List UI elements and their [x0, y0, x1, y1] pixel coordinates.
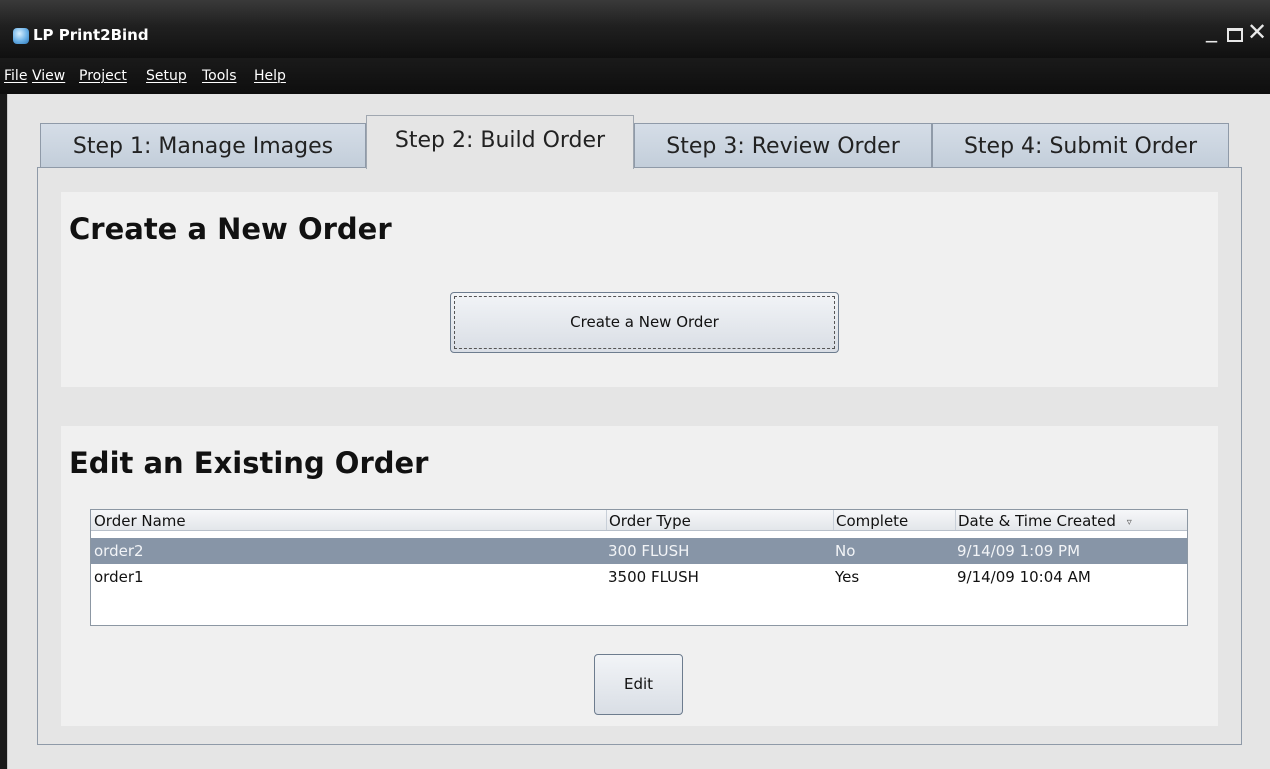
column-header-order-type[interactable]: Order Type — [606, 510, 691, 530]
cell-order-type: 3500 FLUSH — [608, 568, 699, 586]
cell-order-name: order2 — [94, 542, 144, 560]
cell-complete: No — [835, 542, 856, 560]
menu-bar: File View Project Setup Tools Help — [0, 58, 1270, 94]
app-icon — [13, 28, 29, 44]
cell-order-type: 300 FLUSH — [608, 542, 690, 560]
edit-order-heading: Edit an Existing Order — [69, 446, 429, 480]
column-header-order-name[interactable]: Order Name — [92, 510, 186, 530]
menu-help[interactable]: Help — [254, 68, 286, 84]
menu-file[interactable]: File — [4, 68, 27, 84]
menu-view[interactable]: View — [32, 68, 65, 84]
column-header-complete[interactable]: Complete — [833, 510, 908, 530]
cell-order-name: order1 — [94, 568, 144, 586]
window-frame — [0, 0, 7, 769]
window-title: LP Print2Bind — [33, 26, 149, 44]
minimize-button[interactable]: _ — [1206, 20, 1217, 42]
cell-date-created: 9/14/09 1:09 PM — [957, 542, 1081, 560]
cell-complete: Yes — [835, 568, 860, 586]
title-bar[interactable]: LP Print2Bind _ ✕ — [0, 0, 1270, 58]
create-new-order-button[interactable]: Create a New Order — [450, 292, 839, 353]
tab-manage-images[interactable]: Step 1: Manage Images — [40, 123, 366, 167]
edit-order-button[interactable]: Edit — [594, 654, 683, 715]
create-order-heading: Create a New Order — [69, 212, 392, 246]
orders-table[interactable]: Order Name Order Type Complete Date & Ti… — [90, 509, 1188, 626]
sort-descending-icon: ▿ — [1126, 517, 1132, 528]
table-row[interactable]: order1 3500 FLUSH Yes 9/14/09 10:04 AM — [91, 564, 1187, 590]
tab-review-order[interactable]: Step 3: Review Order — [634, 123, 932, 167]
tab-build-order[interactable]: Step 2: Build Order — [366, 115, 634, 169]
column-header-date-created[interactable]: Date & Time Created ▿ — [955, 510, 1132, 530]
cell-date-created: 9/14/09 10:04 AM — [957, 568, 1091, 586]
maximize-button[interactable] — [1227, 28, 1243, 42]
column-header-date-created-label: Date & Time Created — [958, 512, 1116, 530]
tab-submit-order[interactable]: Step 4: Submit Order — [932, 123, 1229, 167]
close-button[interactable]: ✕ — [1247, 20, 1267, 44]
table-row[interactable]: order2 300 FLUSH No 9/14/09 1:09 PM — [91, 538, 1187, 564]
menu-project[interactable]: Project — [79, 68, 127, 84]
menu-setup[interactable]: Setup — [146, 68, 187, 84]
menu-tools[interactable]: Tools — [202, 68, 237, 84]
table-header: Order Name Order Type Complete Date & Ti… — [91, 510, 1187, 531]
